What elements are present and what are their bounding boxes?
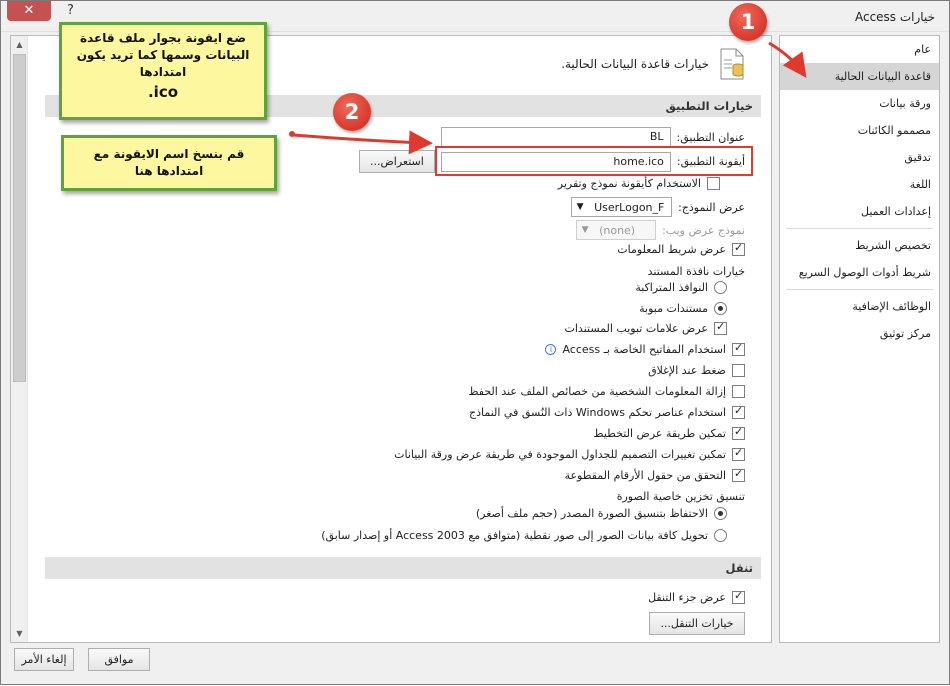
step-badge-2: 2 [333,93,371,131]
step-badge-1: 1 [729,3,767,41]
callout-step-1-text: ضع ايقونة بجوار ملف قاعدة البيانات وسمها… [76,31,250,79]
callout-step-1: ضع ايقونة بجوار ملف قاعدة البيانات وسمها… [59,22,267,120]
access-options-dialog: ✕ ? خيارات Access عام قاعدة البيانات الح… [0,0,950,685]
callout-step-2: قم بنسخ اسم الايقونة مع امتدادها هنا [61,135,277,191]
callout-step-1-ext: ico. [147,83,179,101]
